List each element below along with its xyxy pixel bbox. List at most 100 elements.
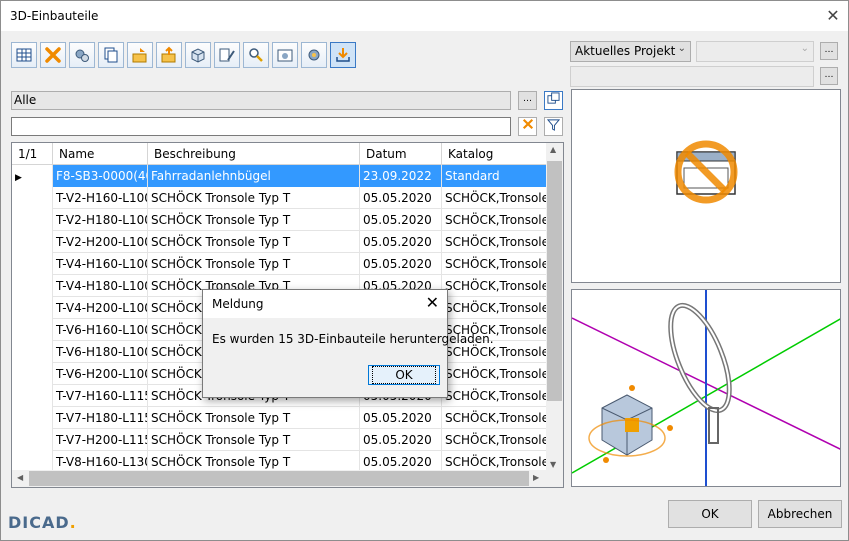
cell-name: T-V2-H180-L1000	[53, 209, 148, 231]
row-header[interactable]	[12, 209, 53, 231]
row-header[interactable]	[12, 385, 53, 407]
delete-icon	[45, 47, 61, 63]
import-icon	[132, 48, 147, 63]
secondary-browse-button[interactable]: …	[820, 42, 838, 60]
cell-date: 05.05.2020	[360, 187, 442, 209]
window-title: 3D-Einbauteile	[10, 9, 99, 23]
table-row[interactable]: T-V2-H160-L1000SCHÖCK Tronsole Typ T05.0…	[12, 187, 547, 209]
row-header[interactable]	[12, 231, 53, 253]
filter-button[interactable]	[544, 117, 563, 136]
cell-name: T-V4-H180-L1000	[53, 275, 148, 297]
row-header[interactable]	[12, 275, 53, 297]
delete-button[interactable]	[40, 42, 66, 68]
gear-button[interactable]	[301, 42, 327, 68]
path-field	[570, 66, 814, 87]
scroll-right-icon[interactable]: ▶	[533, 473, 539, 482]
export-button[interactable]	[156, 42, 182, 68]
photo-button[interactable]	[272, 42, 298, 68]
row-header[interactable]	[12, 187, 53, 209]
cancel-button[interactable]: Abbrechen	[758, 500, 842, 528]
row-header[interactable]	[12, 407, 53, 429]
close-icon[interactable]: ✕	[822, 5, 844, 27]
dialog-ok-label: OK	[372, 366, 436, 384]
cell-catalog: SCHÖCK,Tronsole	[442, 429, 547, 451]
cell-catalog: SCHÖCK,Tronsole	[442, 297, 547, 319]
edit-button[interactable]	[214, 42, 240, 68]
table-row[interactable]: ▶ F8-SB3-0000(40...Fahrradanlehnbügel23.0…	[12, 165, 547, 187]
scroll-up-icon[interactable]: ▲	[550, 145, 556, 154]
clear-icon	[522, 118, 533, 130]
cell-name: T-V2-H160-L1000	[53, 187, 148, 209]
table-row[interactable]: T-V2-H200-L1000SCHÖCK Tronsole Typ T05.0…	[12, 231, 547, 253]
cell-name: T-V7-H200-L1150	[53, 429, 148, 451]
cell-description: SCHÖCK Tronsole Typ T	[148, 253, 360, 275]
horizontal-scroll-thumb[interactable]	[29, 471, 529, 486]
copy-button[interactable]	[98, 42, 124, 68]
import-button[interactable]	[127, 42, 153, 68]
category-filter[interactable]: Alle	[11, 91, 511, 110]
vertical-scroll-thumb[interactable]	[547, 161, 562, 401]
search-tool-icon	[249, 48, 263, 62]
row-header[interactable]	[12, 429, 53, 451]
cell-catalog: SCHÖCK,Tronsole	[442, 363, 547, 385]
ok-button[interactable]: OK	[668, 500, 752, 528]
column-header-catalog[interactable]: Katalog	[442, 143, 547, 165]
message-dialog: Meldung ✕ Es wurden 15 3D-Einbauteile he…	[202, 289, 494, 398]
cell-date: 05.05.2020	[360, 429, 442, 451]
settings-button[interactable]	[69, 42, 95, 68]
cell-name: T-V6-H200-L1000	[53, 363, 148, 385]
secondary-select[interactable]: ⌄	[696, 41, 814, 62]
row-header[interactable]	[12, 341, 53, 363]
cell-description: SCHÖCK Tronsole Typ T	[148, 209, 360, 231]
table-header: 1/1 Name Beschreibung Datum Katalog	[12, 143, 547, 165]
cell-catalog: SCHÖCK,Tronsole	[442, 187, 547, 209]
cell-description: SCHÖCK Tronsole Typ T	[148, 231, 360, 253]
row-header[interactable]	[12, 253, 53, 275]
scroll-left-icon[interactable]: ◀	[17, 473, 23, 482]
logo-text: DICAD	[8, 513, 70, 532]
search-tool-button[interactable]	[243, 42, 269, 68]
download-icon	[336, 48, 350, 62]
dialog-message: Es wurden 15 3D-Einbauteile heruntergela…	[212, 332, 494, 346]
dicad-logo: DICAD.	[8, 513, 77, 532]
dialog-ok-button[interactable]: OK	[368, 365, 440, 385]
row-header[interactable]: ▶	[12, 165, 53, 187]
column-header-name[interactable]: Name	[53, 143, 148, 165]
table-row[interactable]: T-V2-H180-L1000SCHÖCK Tronsole Typ T05.0…	[12, 209, 547, 231]
cell-date: 05.05.2020	[360, 407, 442, 429]
window-toggle-button[interactable]	[544, 91, 563, 110]
cell-description: Fahrradanlehnbügel	[148, 165, 360, 187]
3d-viewer[interactable]	[571, 289, 841, 487]
table-row[interactable]: T-V7-H180-L1150SCHÖCK Tronsole Typ T05.0…	[12, 407, 547, 429]
logo-dot: .	[69, 513, 77, 532]
download-button[interactable]	[330, 42, 356, 68]
cell-date: 23.09.2022	[360, 165, 442, 187]
row-header[interactable]	[12, 319, 53, 341]
table-row[interactable]: T-V4-H160-L1000SCHÖCK Tronsole Typ T05.0…	[12, 253, 547, 275]
clear-filter-button[interactable]	[518, 117, 537, 136]
table-button[interactable]	[11, 42, 37, 68]
cell-description: SCHÖCK Tronsole Typ T	[148, 429, 360, 451]
row-header[interactable]	[12, 297, 53, 319]
row-header[interactable]	[12, 363, 53, 385]
source-select[interactable]: Aktuelles Projekt ⌄	[570, 41, 691, 62]
category-browse-button[interactable]: …	[518, 91, 537, 110]
chevron-down-icon: ⌄	[677, 43, 686, 54]
search-input[interactable]	[11, 117, 511, 136]
vertical-scrollbar[interactable]: ▲ ▼	[546, 143, 563, 471]
cell-name: T-V2-H200-L1000	[53, 231, 148, 253]
table-row[interactable]: T-V7-H200-L1150SCHÖCK Tronsole Typ T05.0…	[12, 429, 547, 451]
scroll-down-icon[interactable]: ▼	[550, 460, 556, 469]
cell-name: T-V4-H200-L1000	[53, 297, 148, 319]
copy-icon	[104, 47, 118, 63]
horizontal-scrollbar[interactable]: ◀ ▶	[12, 470, 563, 487]
row-counter: 1/1	[12, 143, 53, 165]
cell-name: T-V6-H160-L1000	[53, 319, 148, 341]
navigation-cube-icon[interactable]	[588, 385, 673, 463]
photo-icon	[277, 49, 293, 62]
column-header-description[interactable]: Beschreibung	[148, 143, 360, 165]
column-header-date[interactable]: Datum	[360, 143, 442, 165]
path-browse-button[interactable]: …	[820, 67, 838, 85]
box-button[interactable]	[185, 42, 211, 68]
dialog-close-icon[interactable]: ✕	[426, 293, 439, 312]
